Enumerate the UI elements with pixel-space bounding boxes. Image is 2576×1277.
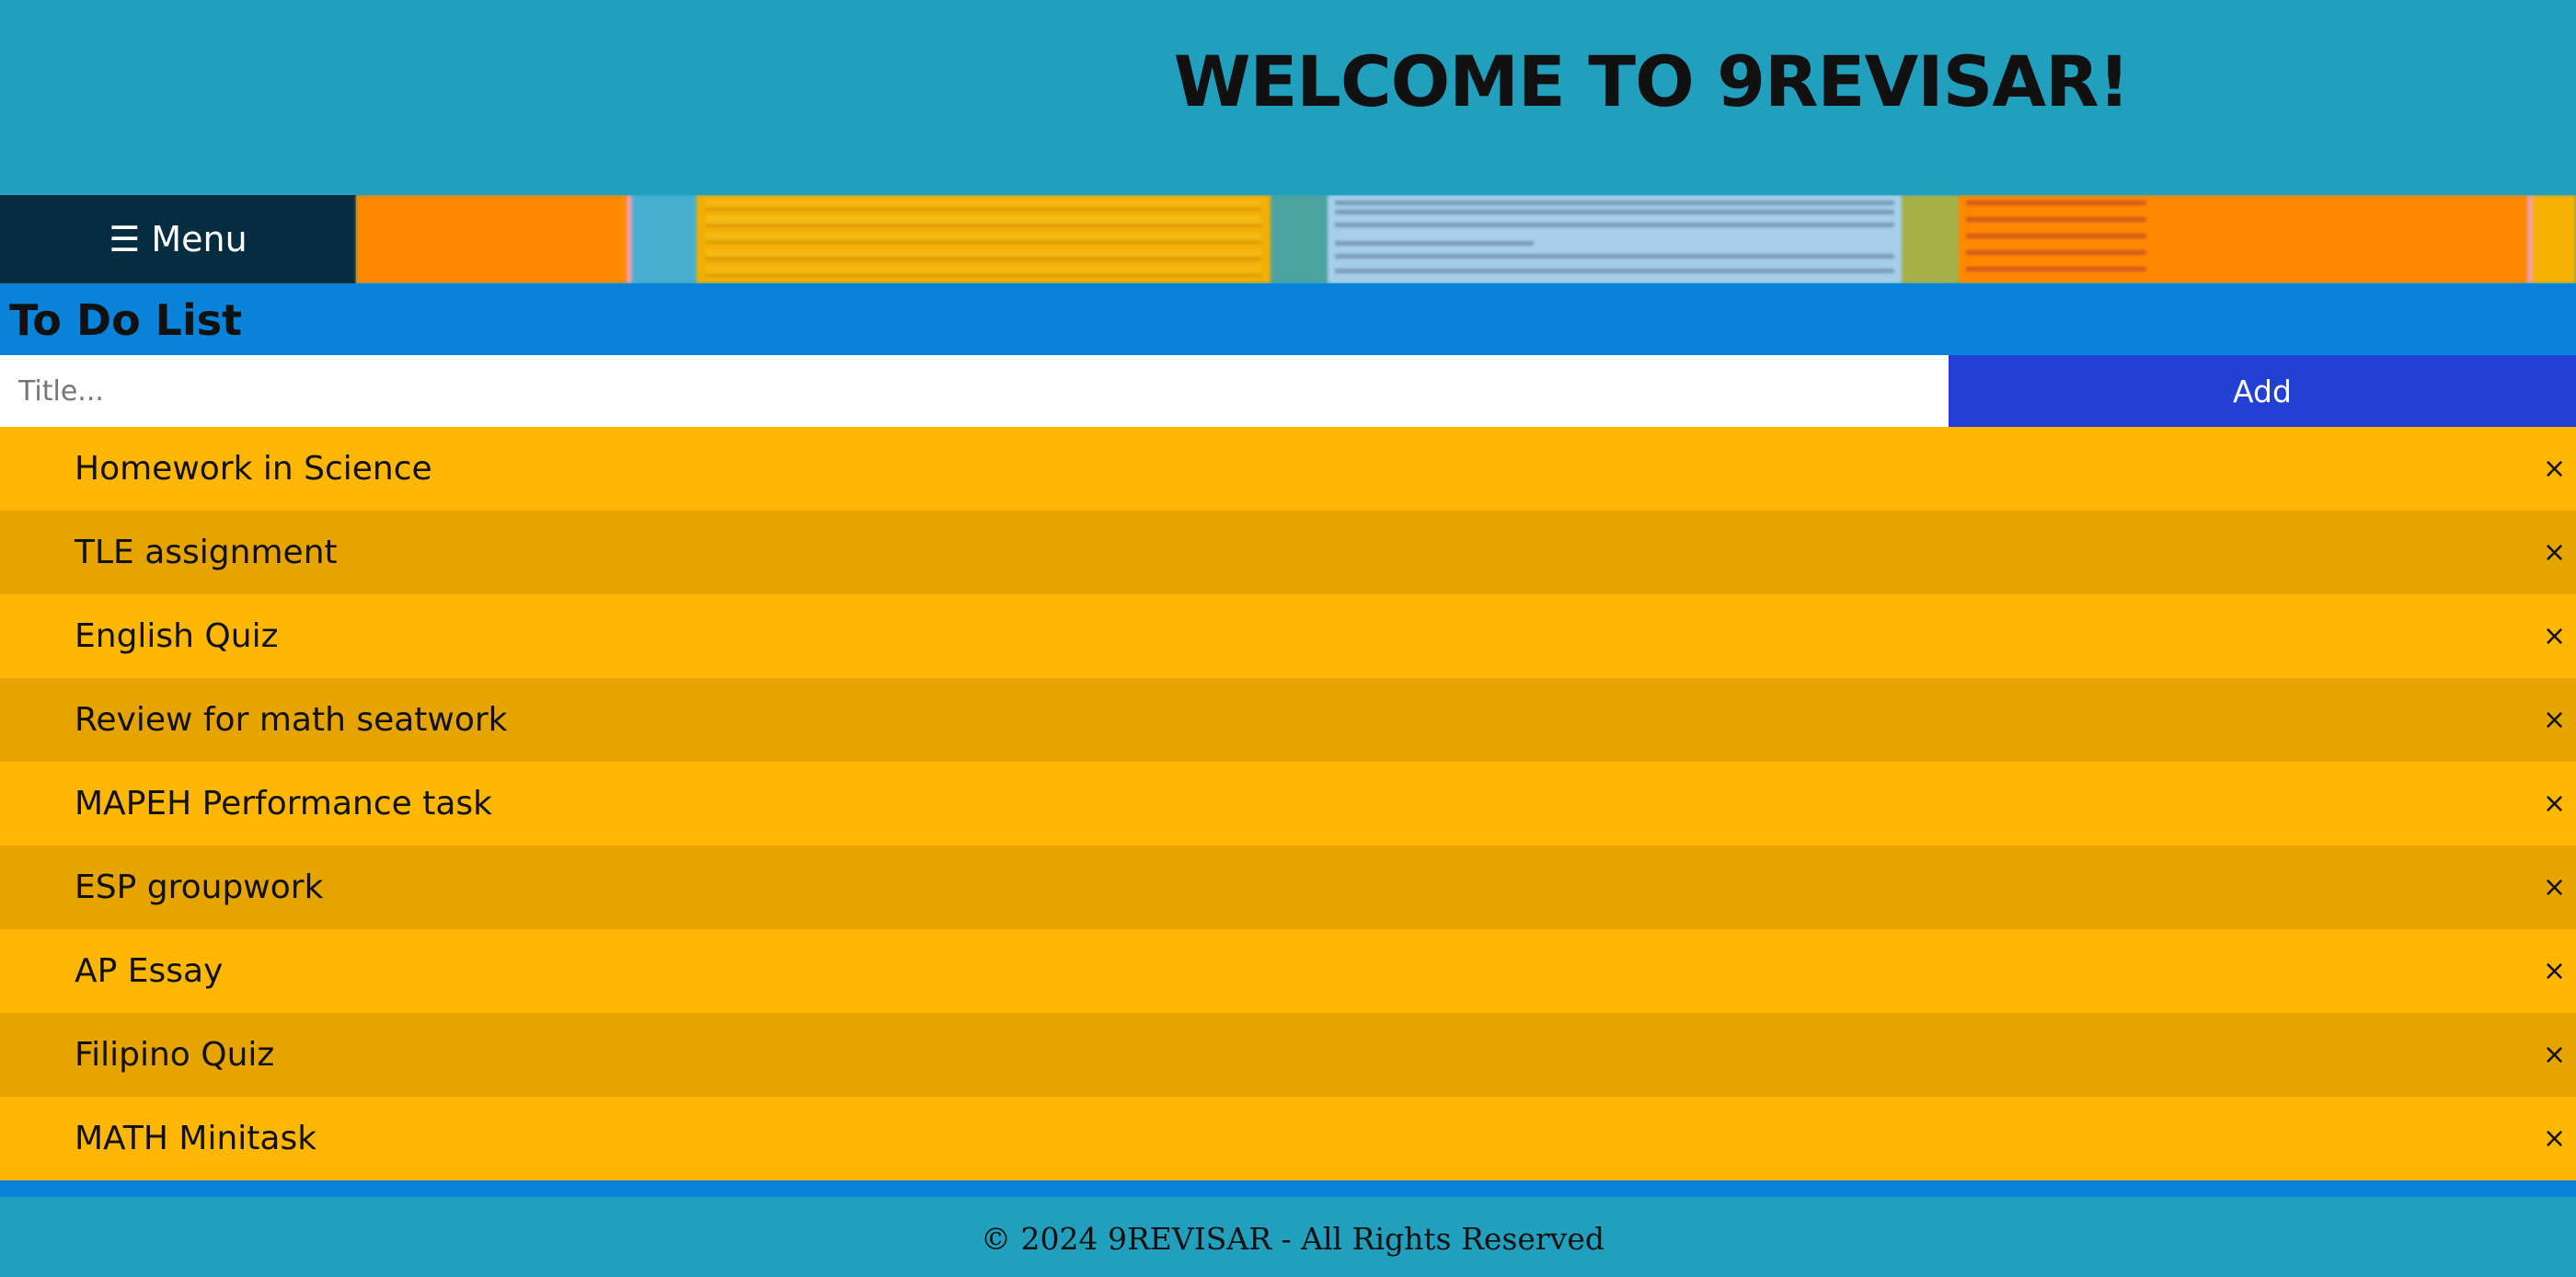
list-divider bbox=[0, 1180, 2576, 1197]
close-icon[interactable]: × bbox=[2543, 594, 2576, 678]
close-icon[interactable]: × bbox=[2543, 762, 2576, 846]
close-icon[interactable]: × bbox=[2543, 846, 2576, 929]
todo-item[interactable]: ESP groupwork × bbox=[0, 846, 2576, 929]
todo-item-text: AP Essay bbox=[75, 952, 224, 990]
close-icon[interactable]: × bbox=[2543, 427, 2576, 511]
navbar: ☰ Menu bbox=[0, 195, 2576, 283]
todo-item[interactable]: Homework in Science × bbox=[0, 427, 2576, 511]
todo-heading: To Do List bbox=[9, 295, 243, 345]
menu-button[interactable]: ☰ Menu bbox=[0, 195, 356, 283]
footer-copyright: © 2024 9REVISAR - All Rights Reserved bbox=[981, 1221, 1604, 1257]
close-icon[interactable]: × bbox=[2543, 1013, 2576, 1097]
todo-item-text: Review for math seatwork bbox=[75, 701, 508, 739]
page-header: WELCOME TO 9REVISAR! bbox=[0, 0, 2576, 195]
todo-item-text: Homework in Science bbox=[75, 450, 432, 488]
todo-item[interactable]: MATH Minitask × bbox=[0, 1097, 2576, 1180]
todo-header: To Do List bbox=[0, 283, 2576, 355]
todo-item-text: MAPEH Performance task bbox=[75, 785, 493, 823]
todo-item-text: Filipino Quiz bbox=[75, 1036, 275, 1074]
todo-item-text: TLE assignment bbox=[75, 534, 338, 571]
todo-item[interactable]: Review for math seatwork × bbox=[0, 678, 2576, 762]
todo-item-text: English Quiz bbox=[75, 617, 279, 655]
close-icon[interactable]: × bbox=[2543, 678, 2576, 762]
todo-item[interactable]: AP Essay × bbox=[0, 929, 2576, 1013]
add-button[interactable]: Add bbox=[1949, 355, 2576, 427]
todo-item-text: MATH Minitask bbox=[75, 1120, 317, 1157]
page-footer: © 2024 9REVISAR - All Rights Reserved bbox=[0, 1197, 2576, 1277]
page-title: WELCOME TO 9REVISAR! bbox=[1173, 40, 2131, 122]
title-input[interactable] bbox=[0, 355, 1949, 427]
close-icon[interactable]: × bbox=[2543, 1097, 2576, 1180]
blurred-banner-image bbox=[356, 195, 2576, 283]
todo-item[interactable]: MAPEH Performance task × bbox=[0, 762, 2576, 846]
todo-input-row: Add bbox=[0, 355, 2576, 427]
close-icon[interactable]: × bbox=[2543, 511, 2576, 594]
todo-item[interactable]: Filipino Quiz × bbox=[0, 1013, 2576, 1097]
todo-item[interactable]: English Quiz × bbox=[0, 594, 2576, 678]
todo-list: Homework in Science × TLE assignment × Engli… bbox=[0, 427, 2576, 1180]
todo-item[interactable]: TLE assignment × bbox=[0, 511, 2576, 594]
todo-item-text: ESP groupwork bbox=[75, 869, 324, 906]
close-icon[interactable]: × bbox=[2543, 929, 2576, 1013]
